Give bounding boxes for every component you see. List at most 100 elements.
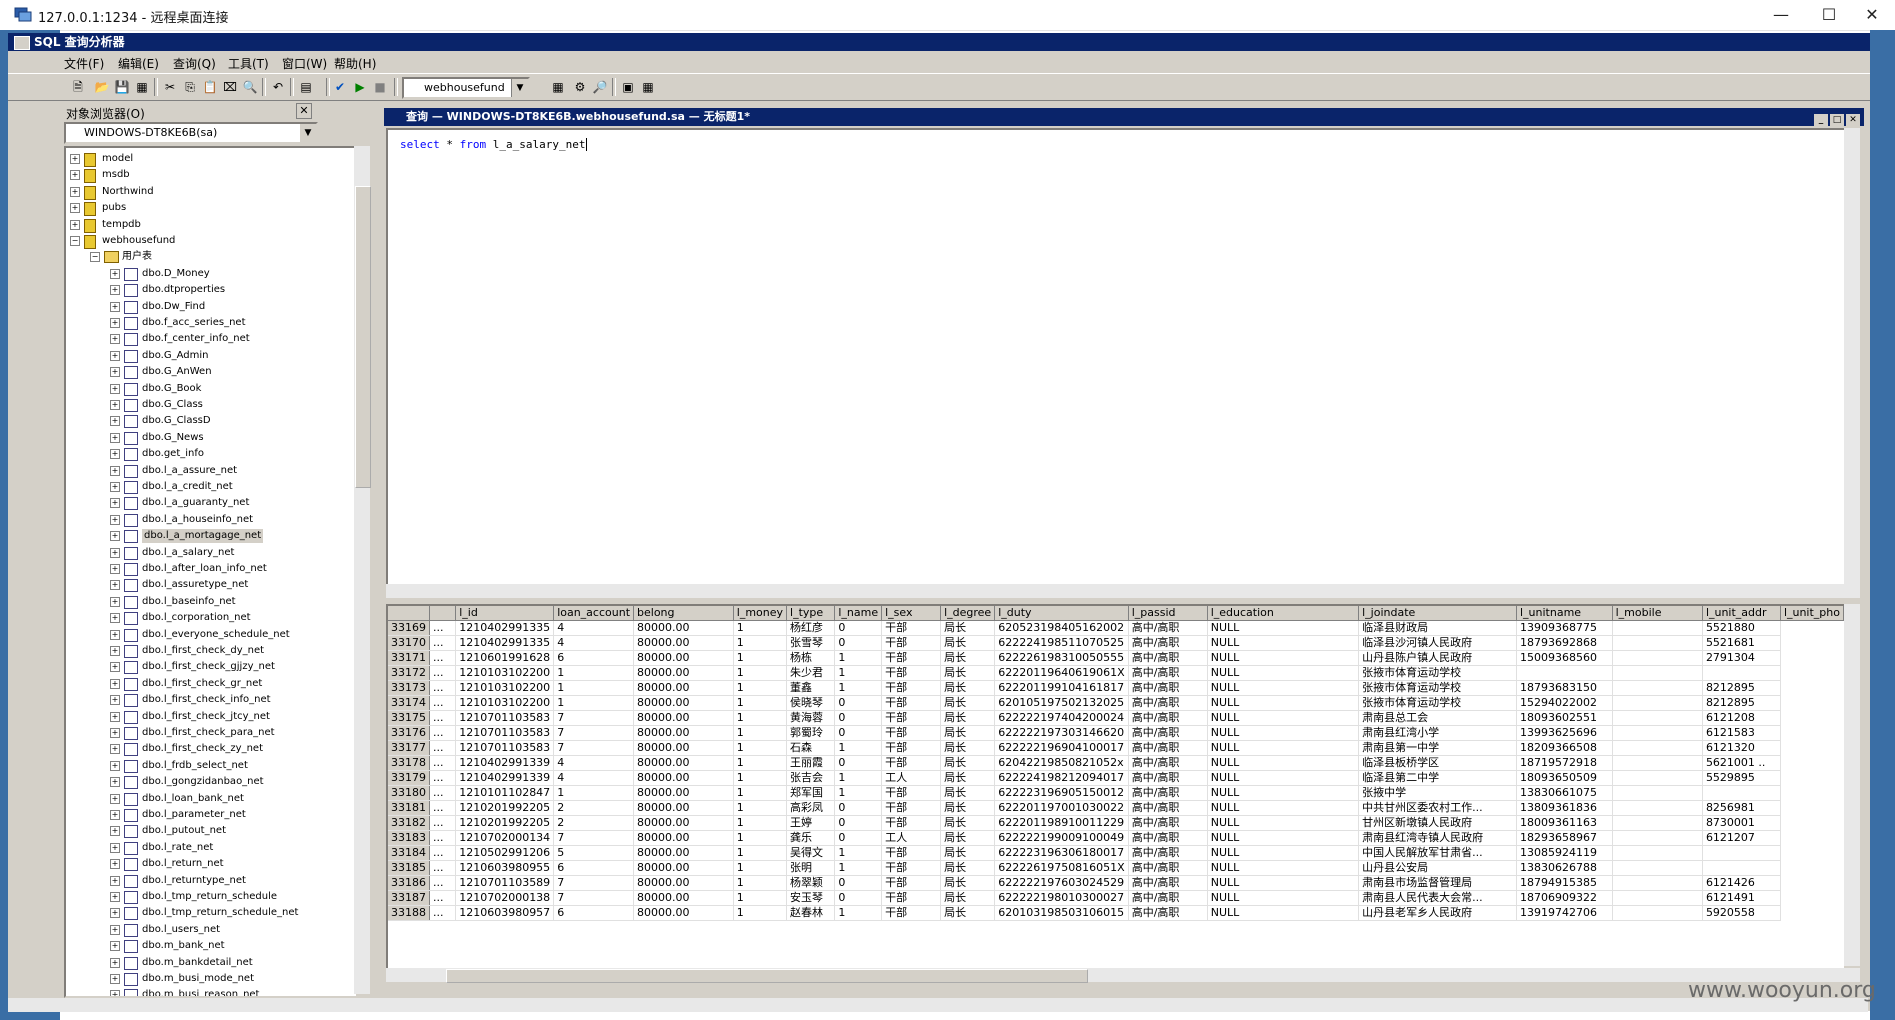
- grid-cell[interactable]: [1612, 785, 1703, 801]
- table-row[interactable]: 33176... 1210701103583 7 80000.00 1 郭蜀玲 0 干部 局长 6…: [388, 725, 1844, 741]
- grid-cell[interactable]: 13919742706: [1516, 905, 1613, 921]
- cut-icon[interactable]: ✂: [160, 77, 180, 97]
- grid-cell[interactable]: 杨翠颖: [786, 875, 836, 891]
- grid-cell[interactable]: 张掖市体育运动学校: [1358, 665, 1517, 681]
- menu-edit[interactable]: 编辑(E): [118, 55, 159, 72]
- grid-cell[interactable]: [1612, 860, 1703, 876]
- expand-icon[interactable]: +: [110, 728, 120, 738]
- expand-icon[interactable]: +: [110, 285, 120, 296]
- grid-cell[interactable]: [1612, 815, 1703, 831]
- expand-icon[interactable]: +: [110, 367, 120, 378]
- column-header-l_unit_addr[interactable]: l_unit_addr: [1702, 606, 1781, 621]
- grid-cell[interactable]: 吴得文: [786, 845, 836, 861]
- grid-cell[interactable]: [1702, 665, 1781, 681]
- expand-icon[interactable]: +: [110, 432, 120, 443]
- object-browser-toggle-icon[interactable]: ▣: [618, 77, 638, 97]
- grid-cell[interactable]: 局长: [940, 725, 996, 741]
- grid-cell[interactable]: 高中/高职: [1128, 815, 1208, 831]
- grid-cell[interactable]: 工人: [881, 770, 942, 786]
- grid-cell[interactable]: 干部: [881, 740, 942, 756]
- grid-cell[interactable]: 高中/高职: [1128, 725, 1208, 741]
- grid-cell[interactable]: 1: [733, 770, 788, 786]
- expand-icon[interactable]: +: [110, 744, 120, 755]
- grid-cell[interactable]: 7: [553, 710, 635, 726]
- grid-cell[interactable]: 高中/高职: [1128, 770, 1208, 786]
- expand-icon[interactable]: +: [110, 662, 120, 673]
- table-row[interactable]: 33180... 1210101102847 1 80000.00 1 郑军国 1 干部 局长 6…: [388, 785, 1844, 801]
- grid-cell[interactable]: 7: [553, 725, 635, 741]
- expand-icon[interactable]: +: [110, 449, 120, 460]
- grid-cell[interactable]: 5521880: [1702, 620, 1781, 636]
- row-number[interactable]: 33181: [388, 800, 430, 816]
- grid-cell[interactable]: 5529895: [1702, 770, 1781, 786]
- grid-cell[interactable]: 高中/高职: [1128, 845, 1208, 861]
- grid-cell[interactable]: 朱少君: [786, 665, 836, 681]
- grid-cell[interactable]: 干部: [881, 905, 942, 921]
- grid-cell[interactable]: 工人: [881, 830, 942, 846]
- grid-cell[interactable]: 局长: [940, 650, 996, 666]
- expand-icon[interactable]: +: [70, 203, 80, 214]
- grid-cell[interactable]: 1: [834, 680, 883, 696]
- grid-cell[interactable]: NULL: [1207, 890, 1360, 906]
- expand-icon[interactable]: +: [110, 400, 120, 410]
- expand-icon[interactable]: +: [110, 613, 120, 624]
- expand-icon[interactable]: +: [110, 350, 120, 361]
- grid-cell[interactable]: 干部: [881, 725, 942, 741]
- grid-cell[interactable]: 干部: [881, 650, 942, 666]
- row-number[interactable]: 33184: [388, 845, 430, 861]
- insert-template-icon[interactable]: ▦: [132, 77, 152, 97]
- chevron-down-icon[interactable]: ▼: [511, 79, 528, 97]
- grid-cell[interactable]: 干部: [881, 635, 942, 651]
- collapse-icon[interactable]: −: [90, 252, 100, 263]
- row-number[interactable]: 33171: [388, 650, 430, 666]
- grid-cell[interactable]: 1210103102200: [455, 665, 555, 681]
- grid-cell[interactable]: 1210103102200: [455, 680, 555, 696]
- grid-cell[interactable]: 1: [733, 905, 788, 921]
- grid-cell[interactable]: 局长: [940, 905, 996, 921]
- grid-cell[interactable]: ...: [429, 650, 457, 666]
- grid-cell[interactable]: 1210603980957: [455, 905, 555, 921]
- grid-cell[interactable]: ...: [429, 815, 457, 831]
- grid-cell[interactable]: 6: [553, 860, 635, 876]
- grid-corner[interactable]: [388, 606, 430, 621]
- grid-cell[interactable]: 5: [553, 845, 635, 861]
- grid-cell[interactable]: 4: [553, 755, 635, 771]
- execute-query-icon[interactable]: ▶: [350, 77, 370, 97]
- grid-cell[interactable]: 1: [834, 860, 883, 876]
- column-header-l_name[interactable]: l_name: [834, 606, 883, 621]
- grid-cell[interactable]: 18209366508: [1516, 740, 1613, 756]
- grid-cell[interactable]: 1: [733, 785, 788, 801]
- close-icon[interactable]: ✕: [296, 103, 312, 119]
- grid-cell[interactable]: 80000.00: [633, 665, 734, 681]
- expand-icon[interactable]: +: [110, 564, 120, 574]
- grid-cell[interactable]: 80000.00: [633, 710, 734, 726]
- grid-cell[interactable]: 7: [553, 890, 635, 906]
- grid-cell[interactable]: 高中/高职: [1128, 860, 1208, 876]
- grid-cell[interactable]: 高中/高职: [1128, 620, 1208, 636]
- grid-cell[interactable]: 1210702000134: [455, 830, 555, 846]
- grid-cell[interactable]: 0: [834, 755, 883, 771]
- grid-cell[interactable]: 干部: [881, 875, 942, 891]
- grid-cell[interactable]: 高中/高职: [1128, 695, 1208, 711]
- grid-cell[interactable]: 1: [733, 890, 788, 906]
- grid-cell[interactable]: 肃南县第一中学: [1358, 740, 1517, 756]
- grid-cell[interactable]: 1: [553, 665, 635, 681]
- grid-cell[interactable]: 80000.00: [633, 845, 734, 861]
- row-number[interactable]: 33177: [388, 740, 430, 756]
- row-number[interactable]: 33169: [388, 620, 430, 636]
- menu-query[interactable]: 查询(Q): [173, 55, 216, 72]
- expand-icon[interactable]: +: [70, 154, 80, 164]
- grid-cell[interactable]: 1210701103583: [455, 725, 555, 741]
- expand-icon[interactable]: +: [110, 318, 120, 328]
- grid-cell[interactable]: 13809361836: [1516, 800, 1613, 816]
- grid-cell[interactable]: 6121583: [1702, 725, 1781, 741]
- table-row[interactable]: 33172... 1210103102200 1 80000.00 1 朱少君 1 干部 局长 6…: [388, 665, 1844, 681]
- row-number[interactable]: 33176: [388, 725, 430, 741]
- grid-cell[interactable]: 80000.00: [633, 905, 734, 921]
- table-row[interactable]: 33174... 1210103102200 1 80000.00 1 侯晓琴 0 干部 局长 6…: [388, 695, 1844, 711]
- grid-cell[interactable]: 安玉琴: [786, 890, 836, 906]
- grid-cell[interactable]: 13830661075: [1516, 785, 1613, 801]
- grid-cell[interactable]: 局长: [940, 755, 996, 771]
- expand-icon[interactable]: +: [110, 793, 120, 804]
- grid-cell[interactable]: 7: [553, 740, 635, 756]
